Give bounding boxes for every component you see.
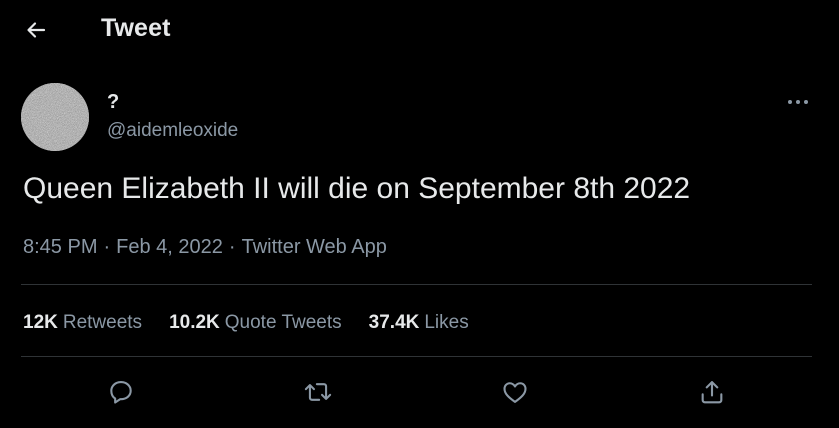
likes-label: Likes <box>424 312 469 333</box>
author-display-name[interactable]: ? <box>107 91 119 114</box>
tweet-actions <box>0 372 839 412</box>
retweet-icon <box>304 383 332 401</box>
tweet-source[interactable]: Twitter Web App <box>242 236 387 258</box>
tweet-time[interactable]: 8:45 PM <box>23 236 97 258</box>
quote-tweets-count: 10.2K <box>169 312 220 333</box>
quote-tweets-label: Quote Tweets <box>224 312 342 333</box>
page-title: Tweet <box>101 14 171 42</box>
like-button[interactable] <box>497 374 533 410</box>
quote-tweets-stat[interactable]: 10.2K Quote Tweets <box>169 312 342 334</box>
arrow-left-icon <box>27 22 46 38</box>
back-button[interactable] <box>18 12 54 48</box>
avatar[interactable] <box>21 83 89 151</box>
reply-button[interactable] <box>103 374 139 410</box>
likes-stat[interactable]: 37.4K Likes <box>369 312 469 334</box>
reply-icon <box>110 381 132 404</box>
likes-count: 37.4K <box>368 312 420 333</box>
tweet-stats: 12K Retweets 10.2K Quote Tweets 37.4K Likes <box>23 312 496 334</box>
share-icon <box>701 381 723 404</box>
more-dots-icon <box>788 100 808 104</box>
divider <box>21 356 812 357</box>
retweets-count: 12K <box>23 312 58 333</box>
retweets-label: Retweets <box>62 312 143 333</box>
retweets-stat[interactable]: 12K Retweets <box>23 312 142 334</box>
meta-separator: · <box>103 236 111 258</box>
tweet-text: Queen Elizabeth II will die on September… <box>23 172 691 205</box>
tweet-date[interactable]: Feb 4, 2022 <box>116 236 223 258</box>
tweet-meta: 8:45 PM · Feb 4, 2022 · Twitter Web App <box>23 236 387 259</box>
noise-avatar-image <box>21 83 89 151</box>
retweet-button[interactable] <box>300 374 336 410</box>
more-options-button[interactable] <box>780 90 816 114</box>
share-button[interactable] <box>694 374 730 410</box>
divider <box>21 284 812 285</box>
author-handle[interactable]: @aidemleoxide <box>107 120 238 142</box>
top-bar: Tweet <box>0 0 839 62</box>
meta-separator: · <box>228 236 236 258</box>
like-icon <box>503 382 527 403</box>
